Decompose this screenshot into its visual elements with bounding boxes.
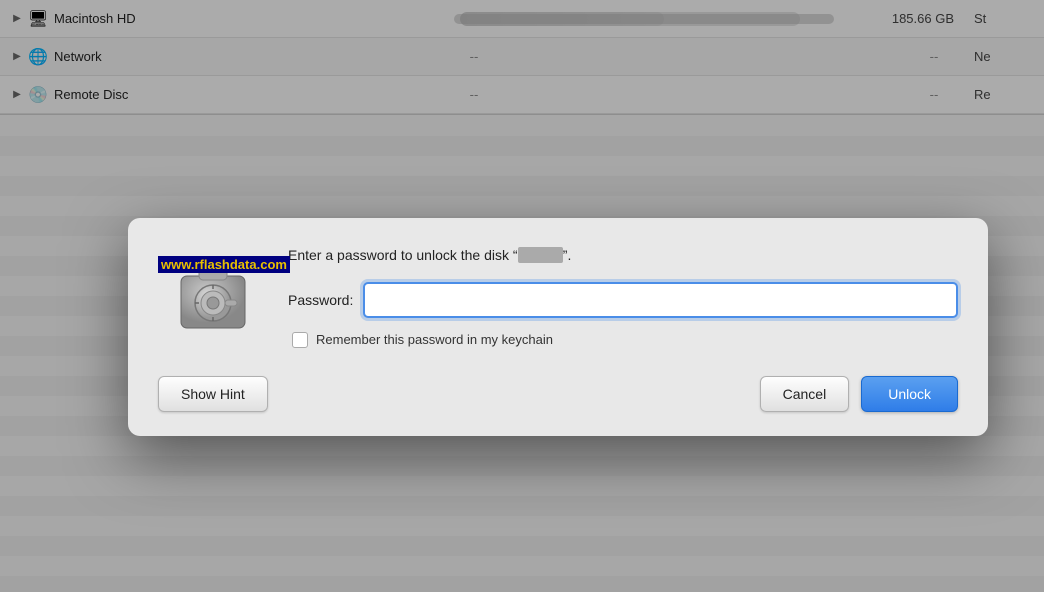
dialog-content: Enter a password to unlock the disk “CIL… [288,246,958,356]
dialog-icon-area: www.rflashdata.com [158,256,268,336]
dialog-buttons: Show Hint Cancel Unlock [158,376,958,412]
unlock-dialog: www.rflashdata.com [128,218,988,436]
keychain-label: Remember this password in my keychain [316,332,553,347]
cancel-button[interactable]: Cancel [760,376,850,412]
keychain-checkbox[interactable] [292,332,308,348]
password-row: Password: [288,282,958,318]
dialog-title: Enter a password to unlock the disk “CIL… [288,246,958,266]
dialog-top-section: www.rflashdata.com [158,246,958,356]
right-buttons-group: Cancel Unlock [760,376,958,412]
watermark: www.rflashdata.com [158,256,290,273]
show-hint-button[interactable]: Show Hint [158,376,268,412]
password-input[interactable] [363,282,958,318]
unlock-button[interactable]: Unlock [861,376,958,412]
dialog-disk-name: CILOT [518,247,563,263]
dialog-title-prefix: Enter a password to unlock the disk “ [288,247,518,263]
watermark-text: www.rflashdata.com [161,257,287,272]
keychain-row: Remember this password in my keychain [288,332,958,348]
dialog-title-suffix: ”. [563,247,572,263]
password-label: Password: [288,292,353,308]
